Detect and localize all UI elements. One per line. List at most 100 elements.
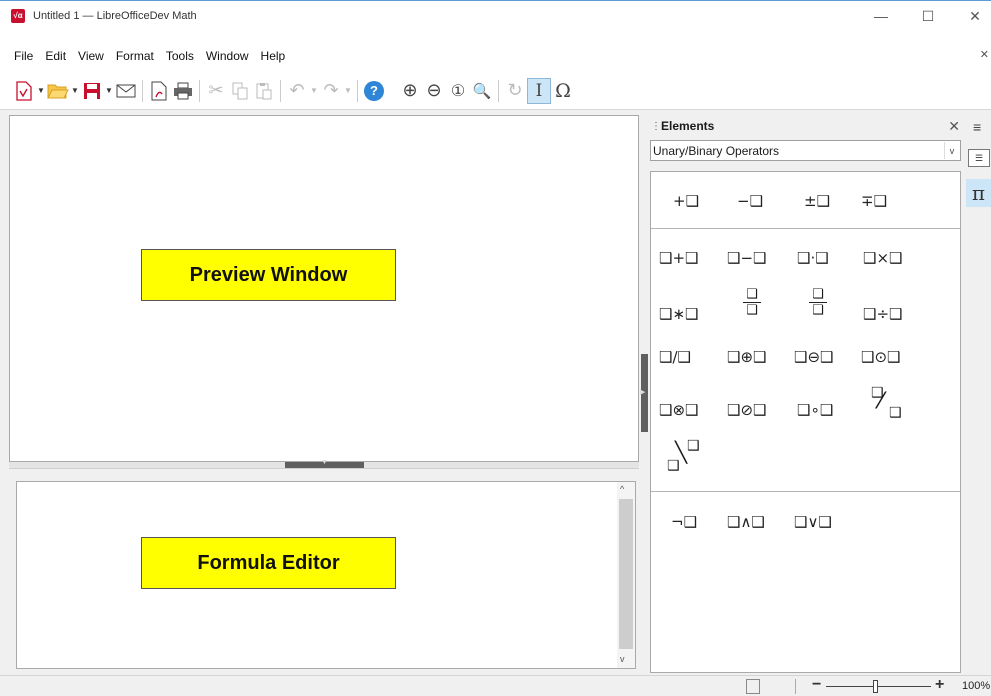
menu-edit[interactable]: Edit [39,49,72,63]
menu-view[interactable]: View [72,49,110,63]
formula-editor[interactable]: Formula Editor ^ v [16,481,636,669]
elements-grid: +❑ −❑ ±❑ ∓❑ ❑+❑ ❑−❑ ❑·❑ ❑×❑ ❑∗❑ ❑ ❑ ❑ ❑ ❑÷… [650,171,961,673]
element-negative[interactable]: −❑ [737,192,763,210]
collapse-editor-handle[interactable]: ▼ [285,459,364,468]
status-bar: − + 100% [0,675,991,696]
section-divider [651,491,960,492]
zoom-slider-thumb[interactable] [873,680,879,693]
document-modified-icon[interactable] [746,679,760,694]
redo-icon[interactable]: ↷ [319,78,343,104]
element-asterisk[interactable]: ❑∗❑ [659,305,698,323]
cut-icon[interactable]: ✂ [204,78,228,104]
show-all-icon[interactable]: 🔍 [470,78,494,104]
help-button[interactable]: ? [362,78,386,104]
title-bar: √α Untitled 1 — LibreOfficeDev Math — ☐ … [0,0,991,30]
open-folder-icon[interactable] [46,78,70,104]
paste-icon[interactable] [252,78,276,104]
element-wide-slash[interactable]: ❑ ⁄ ❑ [869,385,909,425]
menu-format[interactable]: Format [110,49,160,63]
symbols-icon[interactable]: Ω [551,78,575,104]
menu-help[interactable]: Help [255,49,292,63]
menu-window[interactable]: Window [200,49,255,63]
minimize-button[interactable]: — [861,5,901,27]
element-dot-product[interactable]: ❑·❑ [797,249,829,267]
libreoffice-math-icon: √α [11,8,25,23]
update-icon[interactable]: ↻ [503,78,527,104]
elements-panel: ⋮ Elements ✕ Unary/Binary Operators v +❑… [648,115,964,675]
save-dropdown-icon[interactable]: ▼ [104,86,114,95]
zoom-in-icon[interactable]: ⊕ [398,78,422,104]
close-window-button[interactable]: ✕ [955,5,991,27]
toolbar-separator [142,79,143,102]
properties-tab-icon[interactable]: ☰ [968,149,990,167]
print-icon[interactable] [171,78,195,104]
element-circled-plus[interactable]: ❑⊕❑ [727,348,766,366]
scroll-up-icon[interactable]: ^ [620,484,624,494]
elements-panel-header: ⋮ Elements ✕ [648,115,964,137]
close-document-icon[interactable]: ✕ [980,48,989,61]
wide-backslash-top: ❑ [687,438,700,454]
window-title: Untitled 1 — LibreOfficeDev Math [33,9,197,22]
redo-dropdown-icon[interactable]: ▼ [343,86,353,95]
element-plus-minus[interactable]: ±❑ [804,192,830,210]
copy-icon[interactable] [228,78,252,104]
menu-file[interactable]: File [0,49,39,63]
toolbar-separator [498,79,499,102]
element-boolean-and[interactable]: ❑∧❑ [727,513,765,531]
zoom-out-icon[interactable]: ⊖ [422,78,446,104]
statusbar-separator [795,679,796,694]
element-small-circle[interactable]: ❑∘❑ [797,401,833,419]
drag-grip-icon[interactable]: ⋮ [651,121,661,132]
export-pdf-icon[interactable] [147,78,171,104]
formula-cursor-icon[interactable]: I [527,77,551,104]
scrollbar-thumb[interactable] [619,499,633,649]
element-circled-slash[interactable]: ❑⊘❑ [727,401,766,419]
elements-tab-icon[interactable]: π [966,179,991,207]
expand-arrow-icon: ▶ [640,389,646,396]
menu-tools[interactable]: Tools [160,49,200,63]
element-minus-plus[interactable]: ∓❑ [861,192,887,210]
chevron-down-icon[interactable]: v [944,142,959,159]
save-icon[interactable] [80,78,104,104]
sidebar-menu-icon[interactable]: ≡ [973,119,981,135]
element-division[interactable]: ❑÷❑ [863,305,902,323]
new-document-icon[interactable] [12,78,36,104]
fraction-denominator: ❑ [812,303,824,318]
element-circled-dot[interactable]: ❑⊙❑ [861,348,900,366]
element-subtraction[interactable]: ❑−❑ [727,249,766,267]
wide-slash-glyph: ⁄ [879,389,883,414]
zoom-level[interactable]: 100% [962,680,990,692]
fraction-denominator: ❑ [746,303,758,318]
element-positive[interactable]: +❑ [673,192,699,210]
zoom-out-button[interactable]: − [812,676,821,694]
element-circled-times[interactable]: ❑⊗❑ [659,401,698,419]
undo-icon[interactable]: ↶ [285,78,309,104]
element-division-fraction[interactable]: ❑ ❑ [809,288,827,317]
fraction-numerator: ❑ [812,287,824,302]
maximize-button[interactable]: ☐ [908,5,948,27]
element-fraction[interactable]: ❑ ❑ [743,288,761,317]
element-multiplication[interactable]: ❑×❑ [863,249,902,267]
element-addition[interactable]: ❑+❑ [659,249,698,267]
wide-backslash-bottom: ❑ [667,458,680,474]
preview-window-label: Preview Window [141,249,396,301]
zoom-in-button[interactable]: + [935,676,944,694]
element-boolean-not[interactable]: ¬❑ [671,513,697,531]
help-icon: ? [364,80,384,101]
zoom-100-icon[interactable]: ① [446,78,470,104]
new-dropdown-icon[interactable]: ▼ [36,86,46,95]
element-circled-minus[interactable]: ❑⊖❑ [794,348,833,366]
element-category-select[interactable]: Unary/Binary Operators v [650,140,961,161]
sidebar-collapse-handle[interactable]: ▶ [640,354,648,432]
element-slash[interactable]: ❑/❑ [659,348,691,366]
open-dropdown-icon[interactable]: ▼ [70,86,80,95]
zoom-slider[interactable] [826,686,931,687]
fraction-numerator: ❑ [746,287,758,302]
email-icon[interactable] [114,78,138,104]
element-boolean-or[interactable]: ❑∨❑ [794,513,832,531]
close-panel-icon[interactable]: ✕ [948,118,960,135]
scroll-down-icon[interactable]: v [620,654,625,664]
element-wide-backslash[interactable]: ❑ ╲ ❑ [667,438,707,478]
editor-scrollbar[interactable]: ^ v [617,482,635,668]
undo-dropdown-icon[interactable]: ▼ [309,86,319,95]
